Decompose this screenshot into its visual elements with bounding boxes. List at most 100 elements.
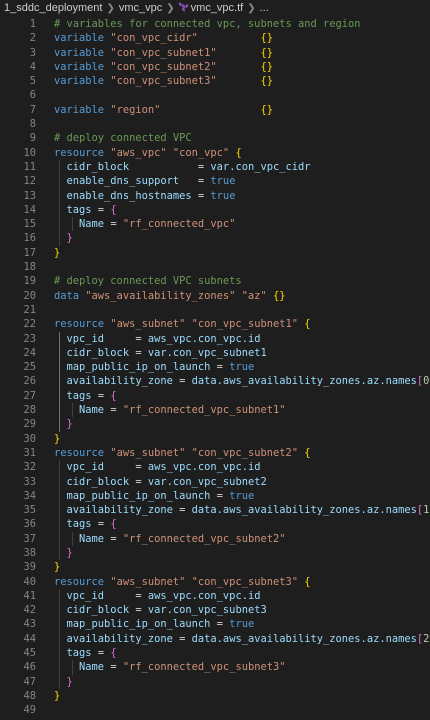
code-line[interactable]: 39} (0, 560, 430, 574)
code-line[interactable]: 8 (0, 117, 430, 131)
code-text: Name = "rf_connected_vpc_subnet1" (54, 404, 285, 416)
code-token: = (91, 203, 111, 216)
code-token: "aws_availability_zones" "az" (85, 289, 273, 302)
code-token: variable (54, 46, 111, 59)
code-token: variable (54, 75, 111, 88)
breadcrumb: 1_sddc_deployment ❯ vmc_vpc ❯ vmc_vpc.tf ❯... (0, 0, 430, 17)
code-line[interactable]: 40 resource "aws_subnet" "con_vpc_subnet3… (0, 575, 430, 589)
code-token: = (104, 218, 123, 231)
code-line[interactable]: 18 (0, 260, 430, 274)
code-line[interactable]: 16 } (0, 231, 430, 246)
breadcrumb-folder-vmc-vpc[interactable]: vmc_vpc (119, 0, 162, 17)
code-token: "aws_vpc" "con_vpc" (110, 146, 236, 159)
code-line[interactable]: 11 cidr_block = var.con_vpc_cidr (0, 159, 430, 175)
code-line[interactable]: 31 resource "aws_subnet" "con_vpc_subnet2… (0, 446, 430, 460)
indent-guide (59, 374, 60, 389)
code-line[interactable]: 2 variable "con_vpc_cidr" {} (0, 31, 430, 45)
line-number: 11 (23, 160, 36, 173)
code-line[interactable]: 21 (0, 303, 430, 317)
code-line[interactable]: 29 } (0, 417, 430, 432)
code-line[interactable]: 41 vpc_id = aws_vpc.con_vpc.id (0, 588, 430, 604)
code-line[interactable]: 25 map_public_ip_on_launch = true (0, 360, 430, 375)
code-token: { (304, 446, 311, 459)
code-line[interactable]: 30} (0, 432, 430, 446)
indent-guide (59, 217, 60, 232)
code-line[interactable]: 34 map_public_ip_on_launch = true (0, 488, 430, 504)
code-token: enable_dns_support (66, 175, 180, 188)
code-token: resource (54, 446, 111, 459)
code-line[interactable]: 1 # variables for connected vpc, subnets … (0, 17, 430, 31)
code-line[interactable]: 4 variable "con_vpc_subnet2" {} (0, 60, 430, 74)
code-token: aws_vpc.con_vpc.id (147, 461, 261, 474)
code-line[interactable]: 37 Name = "rf_connected_vpc_subnet2" (0, 531, 430, 546)
line-number: 31 (23, 446, 36, 459)
code-line[interactable]: 27 tags = { (0, 388, 430, 404)
code-token: # deploy connected VPC subnets (54, 275, 242, 288)
code-token: availability_zone (66, 504, 173, 517)
code-line[interactable]: 23 vpc_id = aws_vpc.con_vpc.id (0, 331, 430, 346)
code-line[interactable]: 44 availability_zone = data.aws_availabi… (0, 631, 430, 647)
code-line[interactable]: 24 cidr_block = var.con_vpc_subnet1 (0, 345, 430, 361)
code-line[interactable]: 42 cidr_block = var.con_vpc_subnet3 (0, 603, 430, 618)
line-number: 3 (29, 46, 36, 59)
code-line[interactable]: 3 variable "con_vpc_subnet1" {} (0, 46, 430, 60)
code-line[interactable]: 43 map_public_ip_on_launch = true (0, 617, 430, 632)
code-text: # deploy connected VPC (54, 132, 192, 144)
code-line[interactable]: 19 # deploy connected VPC subnets (0, 274, 430, 288)
code-editor[interactable]: 1 # variables for connected vpc, subnets … (0, 17, 430, 720)
code-line[interactable]: 48} (0, 689, 430, 703)
code-line[interactable]: 10 resource "aws_vpc" "con_vpc" { (0, 146, 430, 160)
code-line[interactable]: 35 availability_zone = data.aws_availabi… (0, 503, 430, 518)
code-token: resource (54, 318, 111, 331)
code-line[interactable]: 46 Name = "rf_connected_vpc_subnet3" (0, 660, 430, 675)
code-line[interactable]: 6 (0, 88, 430, 102)
line-number: 8 (29, 118, 36, 131)
code-token: var.con_vpc_cidr (210, 160, 311, 173)
code-text: map_public_ip_on_launch = true (54, 490, 255, 502)
code-line[interactable]: 33 cidr_block = var.con_vpc_subnet2 (0, 474, 430, 489)
code-line[interactable]: 15 Name = "rf_connected_vpc" (0, 217, 430, 232)
code-line[interactable]: 9 # deploy connected VPC (0, 131, 430, 145)
code-line[interactable]: 47 } (0, 674, 430, 689)
code-line[interactable]: 13 enable_dns_hostnames = true (0, 188, 430, 203)
code-line[interactable]: 14 tags = { (0, 202, 430, 218)
breadcrumb-folder-sddc-deployment[interactable]: 1_sddc_deployment (4, 0, 102, 17)
code-line[interactable]: 5 variable "con_vpc_subnet3" {} (0, 74, 430, 88)
line-number: 18 (23, 261, 36, 274)
code-line[interactable]: 32 vpc_id = aws_vpc.con_vpc.id (0, 460, 430, 475)
code-line[interactable]: 12 enable_dns_support = true (0, 174, 430, 189)
line-number: 47 (23, 675, 36, 688)
code-line[interactable]: 36 tags = { (0, 517, 430, 532)
code-token: variable (54, 32, 111, 45)
code-text: availability_zone = data.aws_availabilit… (54, 504, 430, 516)
code-token: = (104, 532, 123, 545)
code-line[interactable]: 38 } (0, 545, 430, 561)
indent-guide (71, 660, 73, 675)
code-line[interactable]: 49 (0, 703, 430, 717)
code-token: cidr_block (66, 475, 130, 488)
code-line[interactable]: 20 data "aws_availability_zones" "az" {} (0, 289, 430, 303)
indent-guide (59, 159, 60, 175)
code-token: = (172, 375, 192, 388)
code-token: enable_dns_hostnames (66, 189, 192, 202)
code-token: {} (260, 103, 273, 116)
code-line[interactable]: 17} (0, 246, 430, 260)
code-line[interactable]: 7 variable "region" {} (0, 103, 430, 117)
breadcrumb-more[interactable]: ... (260, 0, 269, 17)
code-line[interactable]: 26 availability_zone = data.aws_availabi… (0, 374, 430, 389)
code-line[interactable]: 45 tags = { (0, 646, 430, 661)
indent-guide (59, 188, 60, 203)
breadcrumb-file[interactable]: vmc_vpc.tf (178, 0, 243, 17)
code-line[interactable]: 22 resource "aws_subnet" "con_vpc_subnet1… (0, 317, 430, 331)
code-line[interactable]: 28 Name = "rf_connected_vpc_subnet1" (0, 403, 430, 418)
code-token: { (110, 518, 117, 531)
code-token: { (235, 146, 242, 159)
line-number: 21 (23, 303, 36, 316)
